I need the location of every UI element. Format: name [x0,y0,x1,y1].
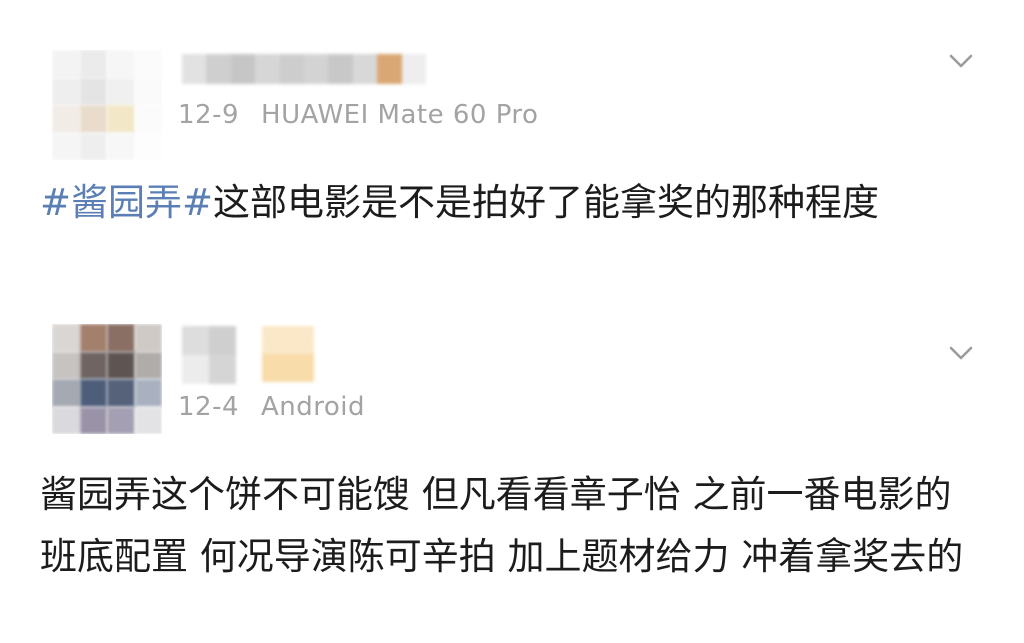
blur-tile [230,54,256,84]
blur-tile [377,54,402,84]
blur-tile [134,50,162,78]
blur-tile [134,379,162,407]
blur-tile [255,54,280,84]
blur-tile [107,324,135,352]
blur-tile [79,379,107,407]
blur-tile [182,326,209,355]
blur-tile [52,132,80,160]
blur-tile [262,326,314,354]
username[interactable] [182,326,236,384]
username[interactable] [182,54,427,84]
comment-date: 12-4 [178,392,240,422]
blur-tile [134,324,162,352]
avatar[interactable] [52,324,162,434]
blur-tile [52,406,80,434]
blur-tile [52,77,80,105]
blur-tile [134,351,162,379]
blur-tile [134,132,162,160]
comment-text: 酱园弄这个饼不可能馊 但凡看看章子怡 之前一番电影的班底配置 何况导演陈可辛拍 … [40,464,980,588]
blur-tile [401,54,427,84]
blur-tile [328,54,353,84]
blur-tile [79,105,107,133]
blur-tile [52,50,80,78]
blur-tile [52,351,80,379]
blur-tile [79,324,107,352]
comment-meta: 12-9 HUAWEI Mate 60 Pro [178,100,538,130]
blur-tile [134,406,162,434]
blur-tile [52,105,80,133]
comment-meta: 12-4 Android [178,392,365,422]
blur-tile [182,54,207,84]
blur-tile [107,105,135,133]
comment-feed: 12-9 HUAWEI Mate 60 Pro #酱园弄#这部电影是不是拍好了能拿… [0,0,1024,643]
blur-tile [209,326,236,355]
blur-tile [107,77,135,105]
hashtag-link[interactable]: #酱园弄# [40,181,213,224]
blur-tile [79,132,107,160]
blur-tile [107,379,135,407]
avatar[interactable] [52,50,162,160]
chevron-down-icon[interactable] [944,44,978,78]
blur-tile [206,54,231,84]
comment-body: 这部电影是不是拍好了能拿奖的那种程度 [213,181,880,224]
blur-tile [107,351,135,379]
blur-tile [52,379,80,407]
blur-tile [134,105,162,133]
blur-tile [79,77,107,105]
blur-tile [79,50,107,78]
comment-item: 12-4 Android 酱园弄这个饼不可能馊 但凡看看章子怡 之前一番电影的班底… [0,316,1024,643]
blur-tile [182,355,209,384]
blur-tile [262,354,314,382]
blur-tile [79,351,107,379]
comment-body: 酱园弄这个饼不可能馊 但凡看看章子怡 之前一番电影的班底配置 何况导演陈可辛拍 … [40,473,964,578]
device-name: Android [261,392,366,422]
blur-tile [107,50,135,78]
chevron-down-icon[interactable] [944,336,978,370]
blur-tile [52,324,80,352]
username-badge [262,326,314,382]
comment-date: 12-9 [178,100,240,130]
blur-tile [352,54,378,84]
blur-tile [107,132,135,160]
blur-tile [134,77,162,105]
comment-text: #酱园弄#这部电影是不是拍好了能拿奖的那种程度 [40,172,980,234]
blur-tile [209,355,236,384]
blur-tile [107,406,135,434]
blur-tile [79,406,107,434]
device-name: HUAWEI Mate 60 Pro [261,100,539,130]
blur-tile [304,54,329,84]
blur-tile [279,54,305,84]
comment-item: 12-9 HUAWEI Mate 60 Pro #酱园弄#这部电影是不是拍好了能拿… [0,0,1024,316]
